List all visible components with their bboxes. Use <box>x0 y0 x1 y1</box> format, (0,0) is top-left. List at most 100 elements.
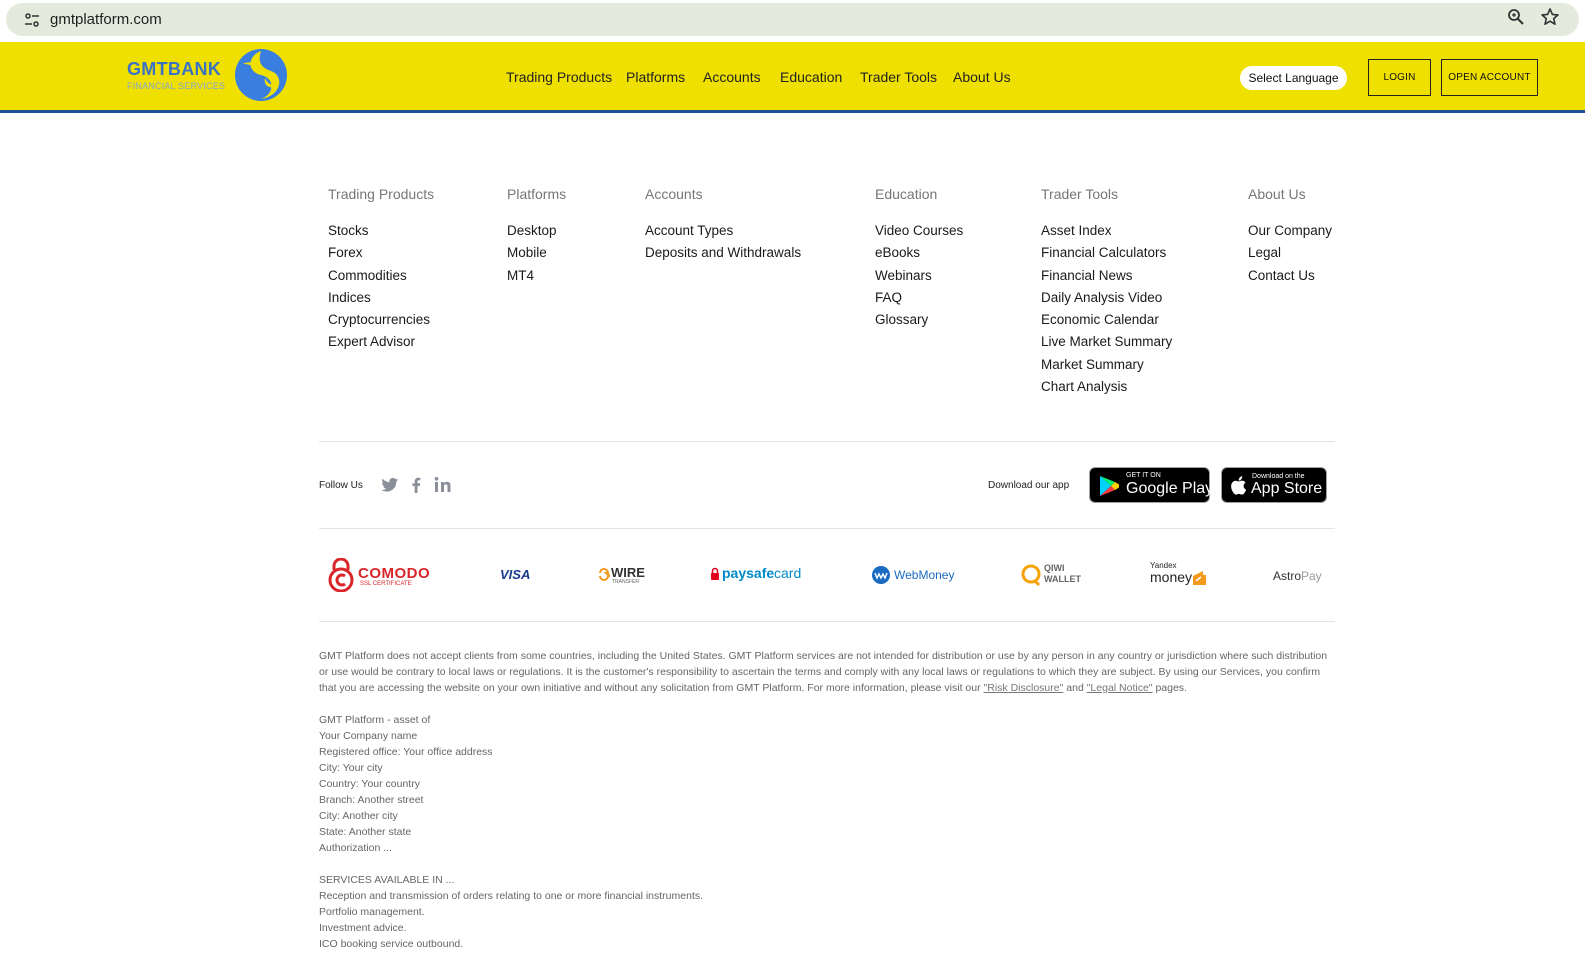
paysafe-lock-icon <box>711 567 719 580</box>
paysafe-card-text: card <box>774 565 802 581</box>
google-play-big-text: Google Play <box>1126 480 1214 497</box>
facebook-icon[interactable] <box>405 474 427 496</box>
logo-name: GMTBANK <box>127 59 222 79</box>
google-play-icon <box>1100 476 1119 496</box>
footer-col-title: Education <box>875 186 938 202</box>
footer-link-cryptocurrencies[interactable]: Cryptocurrencies <box>328 309 434 331</box>
footer-link-ebooks[interactable]: eBooks <box>875 242 963 264</box>
astropay-logo: Astro Pay <box>1273 557 1329 593</box>
astropay-text: Astro <box>1273 569 1302 583</box>
footer-col-trader-tools: Trader Tools Asset Index Financial Calcu… <box>1041 186 1172 398</box>
download-app-label: Download our app <box>988 480 1070 491</box>
browser-toolbar: gmtplatform.com <box>0 0 1585 42</box>
footer-link-asset-index[interactable]: Asset Index <box>1041 220 1172 242</box>
footer-link-video-courses[interactable]: Video Courses <box>875 220 963 242</box>
app-store-badge[interactable]: Download on the App Store <box>1221 467 1327 503</box>
yandex-money-text: money <box>1150 569 1193 585</box>
footer-link-deposits-withdrawals[interactable]: Deposits and Withdrawals <box>645 242 801 264</box>
wire-transfer-icon <box>599 568 610 581</box>
nav-about-us[interactable]: About Us <box>953 69 1011 85</box>
company-info-line: Authorization ... <box>319 842 392 855</box>
apple-icon <box>1231 476 1247 495</box>
risk-disclosure-link[interactable]: "Risk Disclosure" <box>984 682 1064 694</box>
footer-col-about-us: About Us Our Company Legal Contact Us <box>1248 186 1332 287</box>
app-store-small-text: Download on the <box>1252 473 1305 480</box>
site-info-icon[interactable] <box>23 11 41 29</box>
footer-link-live-market-summary[interactable]: Live Market Summary <box>1041 331 1172 353</box>
footer-link-contact-us[interactable]: Contact Us <box>1248 265 1332 287</box>
footer-link-financial-news[interactable]: Financial News <box>1041 265 1172 287</box>
open-account-button[interactable]: OPEN ACCOUNT <box>1441 59 1538 96</box>
zoom-icon[interactable] <box>1507 8 1525 26</box>
disclaimer-end: pages. <box>1152 682 1187 694</box>
company-info-line: City: Another city <box>319 810 398 823</box>
footer-link-stocks[interactable]: Stocks <box>328 220 434 242</box>
site-header: GMTBANK FINANCIAL SERVICES Trading Produ… <box>0 42 1585 113</box>
nav-trader-tools[interactable]: Trader Tools <box>860 69 937 85</box>
wire-text: WIRE <box>611 565 645 580</box>
qiwi-text: QIWI <box>1044 563 1065 573</box>
company-info-line: Country: Your country <box>319 778 420 791</box>
footer-link-indices[interactable]: Indices <box>328 287 434 309</box>
google-play-badge[interactable]: GET IT ON Google Play <box>1089 467 1214 503</box>
services-line: ICO booking service outbound. <box>319 938 464 950</box>
footer-link-our-company[interactable]: Our Company <box>1248 220 1332 242</box>
company-info-line: GMT Platform - asset of <box>319 714 431 726</box>
footer-col-education: Education Video Courses eBooks Webinars … <box>875 186 963 331</box>
nav-platforms[interactable]: Platforms <box>626 69 685 85</box>
nav-trading-products[interactable]: Trading Products <box>506 69 612 85</box>
legal-notice-link[interactable]: "Legal Notice" <box>1087 682 1153 694</box>
linkedin-icon[interactable] <box>432 474 454 496</box>
footer-link-desktop[interactable]: Desktop <box>507 220 566 242</box>
footer-link-commodities[interactable]: Commodities <box>328 265 434 287</box>
webmoney-logo: WebMoney <box>871 557 955 593</box>
qiwi-icon <box>1021 564 1041 587</box>
company-info-line: City: Your city <box>319 762 383 775</box>
footer-link-financial-calculators[interactable]: Financial Calculators <box>1041 242 1172 264</box>
gmtbank-logo[interactable]: GMTBANK FINANCIAL SERVICES <box>127 46 292 106</box>
footer-link-chart-analysis[interactable]: Chart Analysis <box>1041 376 1172 398</box>
company-info-line: State: Another state <box>319 826 412 839</box>
services-line: SERVICES AVAILABLE IN ... <box>319 874 455 886</box>
footer-link-glossary[interactable]: Glossary <box>875 309 963 331</box>
select-language-button[interactable]: Select Language <box>1240 66 1347 90</box>
twitter-icon[interactable] <box>378 474 400 496</box>
qiwi-wallet-logo: QIWI WALLET <box>1020 557 1086 593</box>
footer-col-title: Accounts <box>645 186 703 202</box>
footer-link-mt4[interactable]: MT4 <box>507 265 566 287</box>
astropay-pay-text: Pay <box>1301 569 1322 583</box>
bookmark-star-icon[interactable] <box>1540 7 1560 27</box>
footer-link-legal[interactable]: Legal <box>1248 242 1332 264</box>
comodo-lock-icon <box>328 558 354 592</box>
login-button[interactable]: LOGIN <box>1368 59 1431 96</box>
footer-link-forex[interactable]: Forex <box>328 242 434 264</box>
footer-link-faq[interactable]: FAQ <box>875 287 963 309</box>
visa-text: VISA <box>500 567 531 582</box>
footer-col-accounts: Accounts Account Types Deposits and With… <box>645 186 801 265</box>
footer-link-account-types[interactable]: Account Types <box>645 220 801 242</box>
footer-link-webinars[interactable]: Webinars <box>875 265 963 287</box>
nav-education[interactable]: Education <box>780 69 842 85</box>
footer-col-platforms: Platforms Desktop Mobile MT4 <box>507 186 566 287</box>
footer-col-title: Trader Tools <box>1041 186 1119 202</box>
wire-transfer-logo: WIRE TRANSFER <box>598 557 646 593</box>
comodo-sub-text: SSL CERTIFICATE <box>360 581 412 587</box>
footer-link-market-summary[interactable]: Market Summary <box>1041 354 1172 376</box>
footer-link-economic-calendar[interactable]: Economic Calendar <box>1041 309 1172 331</box>
nav-accounts[interactable]: Accounts <box>703 69 761 85</box>
services-line: Investment advice. <box>319 922 407 934</box>
url-text[interactable]: gmtplatform.com <box>50 11 162 28</box>
services-line: Reception and transmission of orders rel… <box>319 890 704 902</box>
google-play-small-text: GET IT ON <box>1126 472 1161 479</box>
paysafecard-logo: paysafe card <box>710 557 806 593</box>
comodo-ssl-logo: COMODO SSL CERTIFICATE <box>328 557 436 593</box>
footer-link-expert-advisor[interactable]: Expert Advisor <box>328 331 434 353</box>
qiwi-wallet-text: WALLET <box>1044 574 1081 584</box>
visa-logo: VISA <box>500 557 534 593</box>
footer-link-daily-analysis-video[interactable]: Daily Analysis Video <box>1041 287 1172 309</box>
footer-link-mobile[interactable]: Mobile <box>507 242 566 264</box>
app-store-big-text: App Store <box>1251 480 1323 497</box>
yandex-wallet-icon <box>1193 571 1206 585</box>
address-bar[interactable]: gmtplatform.com <box>6 3 1579 36</box>
services-line: Portfolio management. <box>319 906 425 918</box>
